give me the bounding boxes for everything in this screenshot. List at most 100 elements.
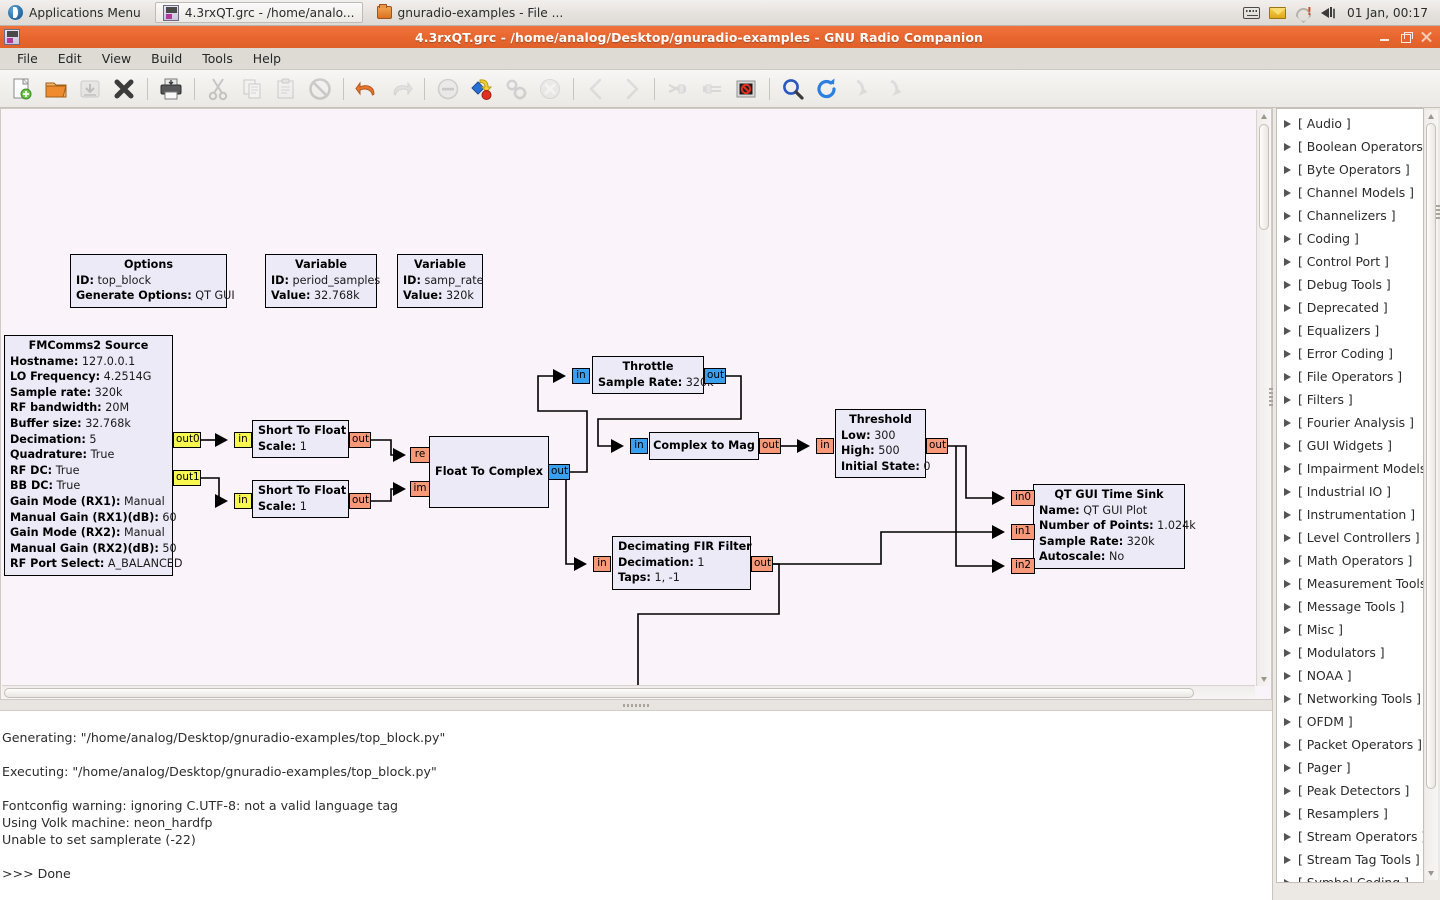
tree-item-deprecated[interactable]: [ Deprecated ] — [1277, 296, 1423, 319]
tree-item-channel-models[interactable]: [ Channel Models ] — [1277, 181, 1423, 204]
port-im-float-to-complex[interactable]: im — [410, 481, 430, 497]
close-button-toolbar[interactable] — [108, 73, 140, 105]
block-fmcomms2-source[interactable]: FMComms2 Source Hostname: 127.0.0.1 LO F… — [4, 335, 182, 576]
applications-menu-button[interactable]: Applications Menu — [0, 1, 149, 25]
tree-item-byte-operators[interactable]: [ Byte Operators ] — [1277, 158, 1423, 181]
tree-item-gui-widgets[interactable]: [ GUI Widgets ] — [1277, 434, 1423, 457]
cut-button[interactable] — [202, 73, 234, 105]
port-out-decimating-fir[interactable]: out — [751, 556, 773, 572]
tree-item-message-tools[interactable]: [ Message Tools ] — [1277, 595, 1423, 618]
port-re-float-to-complex[interactable]: re — [410, 447, 430, 463]
volume-icon[interactable] — [1320, 5, 1338, 20]
open-file-button[interactable] — [40, 73, 72, 105]
port-in0-time-sink[interactable]: in0 — [1011, 490, 1035, 506]
port-out-short-to-float-2[interactable]: out — [349, 493, 371, 509]
canvas-vertical-scrollbar[interactable] — [1256, 110, 1270, 686]
port-in-decimating-fir[interactable]: in — [593, 556, 611, 572]
port-in-throttle[interactable]: in — [572, 368, 590, 384]
errors-button[interactable] — [432, 73, 464, 105]
tree-item-industrial-io[interactable]: [ Industrial IO ] — [1277, 480, 1423, 503]
port-out-threshold-1[interactable]: out — [926, 438, 948, 454]
block-short-to-float-1[interactable]: Short To Float Scale: 1 — [252, 420, 349, 459]
port-in-complex-to-mag[interactable]: in — [630, 438, 648, 454]
tree-item-filters[interactable]: [ Filters ] — [1277, 388, 1423, 411]
new-file-button[interactable] — [6, 73, 38, 105]
block-options[interactable]: Options ID: top_block Generate Options: … — [70, 254, 235, 308]
port-in-short-to-float-1[interactable]: in — [234, 432, 252, 448]
block-complex-to-mag[interactable]: Complex to Mag — [649, 432, 759, 460]
paste-button[interactable] — [270, 73, 302, 105]
tree-item-debug-tools[interactable]: [ Debug Tools ] — [1277, 273, 1423, 296]
tree-item-control-port[interactable]: [ Control Port ] — [1277, 250, 1423, 273]
flowgraph-canvas[interactable]: Options ID: top_block Generate Options: … — [1, 109, 1256, 687]
port-in1-time-sink[interactable]: in1 — [1011, 524, 1035, 540]
tree-item-symbol-coding[interactable]: [ Symbol Coding ] — [1277, 871, 1423, 882]
canvas-console-splitter[interactable] — [0, 700, 1272, 711]
scroll-up-icon[interactable] — [1260, 114, 1267, 119]
toggle-button[interactable] — [730, 73, 762, 105]
canvas-vscroll-thumb[interactable] — [1259, 124, 1269, 230]
port-out-complex-to-mag[interactable]: out — [759, 438, 781, 454]
port-in2-time-sink[interactable]: in2 — [1011, 558, 1035, 574]
tree-item-error-coding[interactable]: [ Error Coding ] — [1277, 342, 1423, 365]
save-button[interactable] — [74, 73, 106, 105]
menu-tools[interactable]: Tools — [192, 49, 243, 68]
tree-item-level-controllers[interactable]: [ Level Controllers ] — [1277, 526, 1423, 549]
tree-item-resamplers[interactable]: [ Resamplers ] — [1277, 802, 1423, 825]
port-out1-fmcomms2[interactable]: out1 — [173, 470, 201, 486]
port-out-throttle[interactable]: out — [704, 368, 726, 384]
tree-item-stream-operators[interactable]: [ Stream Operators ] — [1277, 825, 1423, 848]
scroll-down-icon[interactable] — [1427, 871, 1434, 876]
enable-button[interactable] — [662, 73, 694, 105]
port-in-short-to-float-2[interactable]: in — [234, 493, 252, 509]
wifi-warning-icon[interactable] — [1295, 5, 1312, 20]
generate-button[interactable] — [466, 73, 498, 105]
tree-item-misc[interactable]: [ Misc ] — [1277, 618, 1423, 641]
print-button[interactable] — [155, 73, 187, 105]
tree-item-packet-operators[interactable]: [ Packet Operators ] — [1277, 733, 1423, 756]
port-out-short-to-float-1[interactable]: out — [349, 432, 371, 448]
tree-item-boolean-operators[interactable]: [ Boolean Operators ] — [1277, 135, 1423, 158]
taskbar-window-filemanager[interactable]: gnuradio-examples - File ... — [369, 2, 572, 23]
minimize-button[interactable] — [1378, 31, 1391, 44]
canvas-horizontal-scrollbar[interactable] — [2, 685, 1255, 698]
block-tree-scrollbar[interactable] — [1425, 110, 1438, 880]
clock[interactable]: 01 Jan, 00:17 — [1347, 6, 1428, 20]
block-float-to-complex[interactable]: Float To Complex — [429, 436, 549, 508]
find-button[interactable] — [777, 73, 809, 105]
rotate-right-button[interactable] — [615, 73, 647, 105]
maximize-button[interactable] — [1399, 31, 1413, 44]
disable-button[interactable] — [696, 73, 728, 105]
tree-item-noaa[interactable]: [ NOAA ] — [1277, 664, 1423, 687]
menu-view[interactable]: View — [92, 49, 141, 68]
block-variable-samp-rate[interactable]: Variable ID: samp_rate Value: 320k — [397, 254, 484, 308]
tree-item-instrumentation[interactable]: [ Instrumentation ] — [1277, 503, 1423, 526]
tree-item-measurement-tools[interactable]: [ Measurement Tools ] — [1277, 572, 1423, 595]
block-variable-period-samples[interactable]: Variable ID: period_samples Value: 32.76… — [265, 254, 380, 308]
menu-build[interactable]: Build — [141, 49, 192, 68]
tree-item-fourier-analysis[interactable]: [ Fourier Analysis ] — [1277, 411, 1423, 434]
redo-button[interactable] — [385, 73, 417, 105]
tree-item-impairment-models[interactable]: [ Impairment Models ] — [1277, 457, 1423, 480]
tree-item-ofdm[interactable]: [ OFDM ] — [1277, 710, 1423, 733]
menu-edit[interactable]: Edit — [48, 49, 92, 68]
close-button[interactable] — [1420, 31, 1433, 44]
kill-button[interactable] — [534, 73, 566, 105]
block-short-to-float-2[interactable]: Short To Float Scale: 1 — [252, 480, 349, 519]
tree-item-pager[interactable]: [ Pager ] — [1277, 756, 1423, 779]
tree-item-modulators[interactable]: [ Modulators ] — [1277, 641, 1423, 664]
more-down-button[interactable] — [845, 73, 877, 105]
menu-file[interactable]: File — [7, 49, 48, 68]
tree-item-math-operators[interactable]: [ Math Operators ] — [1277, 549, 1423, 572]
tree-item-peak-detectors[interactable]: [ Peak Detectors ] — [1277, 779, 1423, 802]
tree-item-stream-tag-tools[interactable]: [ Stream Tag Tools ] — [1277, 848, 1423, 871]
left-pane-resize-grip[interactable] — [1269, 388, 1273, 408]
reload-button[interactable] — [811, 73, 843, 105]
block-decimating-fir-filter[interactable]: Decimating FIR Filter Decimation: 1 Taps… — [612, 536, 752, 590]
tree-item-networking-tools[interactable]: [ Networking Tools ] — [1277, 687, 1423, 710]
delete-button[interactable] — [304, 73, 336, 105]
console-output[interactable]: Generating: "/home/analog/Desktop/gnurad… — [0, 711, 1272, 900]
tree-item-audio[interactable]: [ Audio ] — [1277, 112, 1423, 135]
block-tree-list[interactable]: [ Audio ] [ Boolean Operators ] [ Byte O… — [1276, 108, 1424, 883]
more-down2-button[interactable] — [879, 73, 911, 105]
